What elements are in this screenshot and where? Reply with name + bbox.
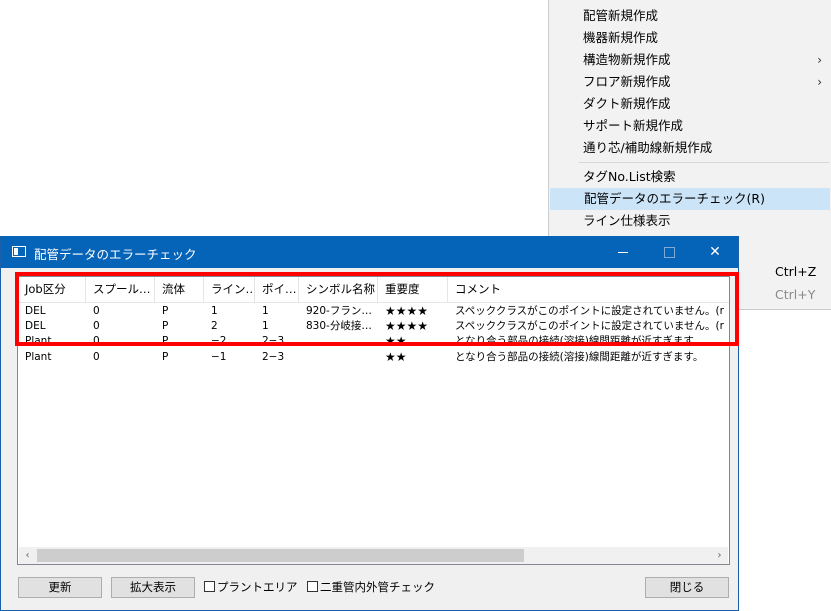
- menu-item-label: 配管新規作成: [583, 8, 659, 23]
- menu-item-label: タグNo.List検索: [583, 169, 676, 184]
- column-header-job[interactable]: Job区分: [18, 277, 86, 302]
- cell-spool: 0: [93, 351, 100, 363]
- cell-severity: ★★★★: [385, 319, 429, 333]
- double-pipe-checkbox[interactable]: 二重管内外管チェック: [307, 577, 435, 598]
- cell-fluid: P: [162, 305, 169, 317]
- cell-point: 1: [262, 305, 269, 317]
- column-header-spool[interactable]: スプール…: [86, 277, 155, 302]
- cell-line: −1: [211, 351, 227, 363]
- close-window-button[interactable]: ✕: [692, 236, 738, 268]
- menu-item-new-structure[interactable]: 構造物新規作成 ›: [549, 49, 831, 71]
- checkbox-box[interactable]: [307, 581, 318, 592]
- cell-severity: ★★★★: [385, 304, 429, 318]
- error-check-dialog: 配管データのエラーチェック ✕ Job区分 スプール… 流体 ライン… ポイ… …: [0, 236, 739, 611]
- chevron-right-icon: ›: [817, 53, 822, 67]
- cell-line: 2: [211, 320, 218, 332]
- cell-spool: 0: [93, 320, 100, 332]
- menu-separator: [579, 162, 829, 163]
- menu-item-new-equipment[interactable]: 機器新規作成: [549, 27, 831, 49]
- cell-symbol: 920-フラン…: [306, 305, 372, 317]
- column-header-comment[interactable]: コメント: [448, 277, 729, 302]
- scrollbar-thumb[interactable]: [37, 549, 524, 562]
- refresh-button[interactable]: 更新: [18, 577, 102, 598]
- cell-comment: となり合う部品の接続(溶接)線間距離が近すぎます。: [455, 351, 704, 363]
- cell-symbol: [299, 334, 378, 349]
- cell-fluid: P: [162, 320, 169, 332]
- maximize-icon: [663, 246, 675, 258]
- menu-item-label: ダクト新規作成: [583, 96, 671, 111]
- cell-fluid: P: [162, 335, 169, 347]
- app-window-icon: [12, 246, 26, 257]
- menu-item-new-support[interactable]: サポート新規作成: [549, 115, 831, 137]
- plant-area-label: プラントエリア: [217, 580, 298, 594]
- cell-job: Plant: [25, 335, 52, 347]
- cell-line: 1: [211, 305, 218, 317]
- maximize-button: [646, 236, 692, 268]
- column-header-symbol[interactable]: シンボル名称: [299, 277, 378, 302]
- close-icon: ✕: [709, 244, 721, 260]
- cell-point: 2−3: [262, 351, 285, 363]
- cell-severity: ★★: [385, 334, 407, 348]
- cell-line: −2: [211, 335, 227, 347]
- menu-item-line-spec[interactable]: ライン仕様表示: [549, 210, 831, 232]
- shortcut-undo: Ctrl+Z: [775, 264, 817, 279]
- shortcut-redo: Ctrl+Y: [775, 287, 816, 302]
- menu-item-label: 通り芯/補助線新規作成: [583, 140, 713, 155]
- cell-job: Plant: [25, 351, 52, 363]
- plant-area-checkbox[interactable]: プラントエリア: [204, 577, 298, 598]
- scroll-right-icon[interactable]: ›: [711, 547, 728, 564]
- cell-point: 2−3: [262, 335, 285, 347]
- scroll-left-icon[interactable]: ‹: [19, 547, 36, 564]
- menu-item-label: 配管データのエラーチェック(R): [584, 191, 765, 206]
- menu-item-label: サポート新規作成: [583, 118, 684, 133]
- table-row[interactable]: DEL 0 P 1 1 920-フラン… ★★★★ スペッククラスがこのポイント…: [18, 304, 729, 319]
- menu-item-pipe-error-check[interactable]: 配管データのエラーチェック(R): [550, 188, 830, 210]
- cell-spool: 0: [93, 335, 100, 347]
- table-row[interactable]: Plant 0 P −1 2−3 ★★ となり合う部品の接続(溶接)線間距離が近…: [18, 350, 729, 365]
- column-header-severity[interactable]: 重要度: [378, 277, 448, 302]
- minimize-button[interactable]: [600, 236, 646, 268]
- menu-item-new-duct[interactable]: ダクト新規作成: [549, 93, 831, 115]
- table-row[interactable]: Plant 0 P −2 2−3 ★★ となり合う部品の接続(溶接)線間距離が近…: [18, 334, 729, 349]
- menu-item-label: ライン仕様表示: [583, 213, 671, 228]
- minimize-icon: [618, 251, 628, 253]
- error-list[interactable]: Job区分 スプール… 流体 ライン… ポイ… シンボル名称 重要度 コメント …: [17, 276, 730, 565]
- cell-point: 1: [262, 320, 269, 332]
- zoom-button[interactable]: 拡大表示: [111, 577, 195, 598]
- menu-item-new-pipe[interactable]: 配管新規作成: [549, 5, 831, 27]
- column-header-point[interactable]: ポイ…: [255, 277, 299, 302]
- list-header: Job区分 スプール… 流体 ライン… ポイ… シンボル名称 重要度 コメント: [18, 277, 729, 303]
- column-header-line[interactable]: ライン…: [204, 277, 255, 302]
- chevron-right-icon: ›: [817, 75, 822, 89]
- cell-comment: スペッククラスがこのポイントに設定されていません。(r: [455, 305, 724, 317]
- checkbox-box[interactable]: [204, 581, 215, 592]
- dialog-title: 配管データのエラーチェック: [34, 247, 197, 262]
- column-header-fluid[interactable]: 流体: [155, 277, 204, 302]
- menu-item-label: フロア新規作成: [583, 74, 671, 89]
- cell-job: DEL: [25, 305, 46, 317]
- table-row[interactable]: DEL 0 P 2 1 830-分岐接… ★★★★ スペッククラスがこのポイント…: [18, 319, 729, 334]
- cell-comment: となり合う部品の接続(溶接)線間距離が近すぎます。: [455, 335, 704, 347]
- close-button[interactable]: 閉じる: [645, 577, 729, 598]
- cell-severity: ★★: [385, 350, 407, 364]
- cell-job: DEL: [25, 320, 46, 332]
- cell-symbol: [299, 350, 378, 365]
- menu-item-label: 機器新規作成: [583, 30, 659, 45]
- cell-comment: スペッククラスがこのポイントに設定されていません。(r: [455, 320, 724, 332]
- menu-item-tag-search[interactable]: タグNo.List検索: [549, 166, 831, 188]
- menu-item-new-gridline[interactable]: 通り芯/補助線新規作成: [549, 137, 831, 159]
- dialog-titlebar[interactable]: 配管データのエラーチェック ✕: [1, 236, 738, 268]
- cell-spool: 0: [93, 305, 100, 317]
- menu-item-label: 構造物新規作成: [583, 52, 671, 67]
- double-pipe-label: 二重管内外管チェック: [320, 580, 435, 594]
- horizontal-scrollbar[interactable]: ‹ ›: [19, 547, 728, 564]
- cell-fluid: P: [162, 351, 169, 363]
- menu-item-new-floor[interactable]: フロア新規作成 ›: [549, 71, 831, 93]
- cell-symbol: 830-分岐接…: [306, 320, 372, 332]
